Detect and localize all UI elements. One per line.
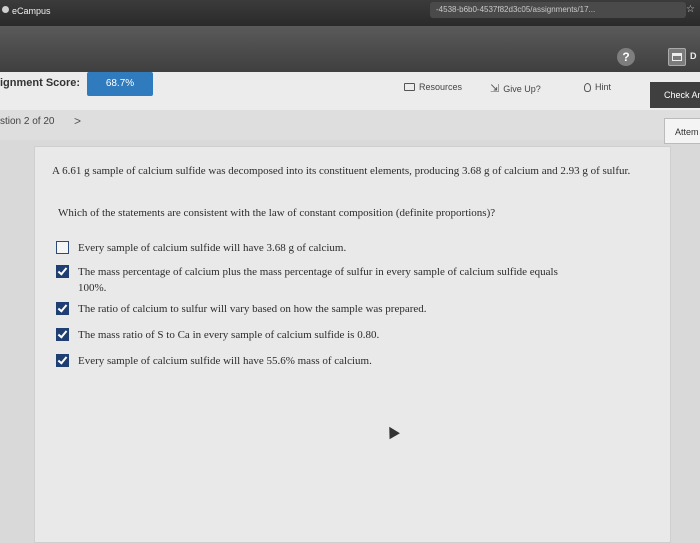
question-prompt: Which of the statements are consistent w… [58, 207, 496, 219]
help-icon[interactable]: ? [617, 48, 635, 66]
option-text: The mass percentage of calcium plus the … [78, 266, 558, 294]
question-panel [34, 146, 671, 543]
header-d-label[interactable]: D [690, 51, 697, 61]
next-question-arrow-icon[interactable]: > [74, 114, 81, 128]
calendar-icon[interactable] [668, 48, 686, 66]
tab-favicon-icon [2, 6, 9, 13]
lightbulb-icon [584, 82, 591, 92]
give-up-icon: ⇲ [490, 83, 500, 95]
assignment-score-label: ignment Score: [0, 77, 81, 89]
option-checkbox[interactable] [56, 265, 69, 278]
question-nav [0, 110, 700, 140]
resources-button[interactable]: Resources [404, 82, 462, 92]
give-up-button[interactable]: ⇲ Give Up? [490, 82, 541, 95]
check-answer-button[interactable]: Check An [650, 82, 700, 108]
option-text: The ratio of calcium to sulfur will vary… [78, 303, 427, 315]
hint-button[interactable]: Hint [584, 82, 611, 92]
url-bar[interactable]: -4538-b6b0-4537f82d3c05/assignments/17..… [430, 2, 686, 18]
question-counter: stion 2 of 20 [0, 116, 55, 127]
app-header [0, 26, 700, 72]
browser-tab-title[interactable]: eCampus [12, 6, 51, 16]
hint-label: Hint [595, 82, 612, 92]
browser-top-bar: eCampus -4538-b6b0-4537f82d3c05/assignme… [0, 0, 700, 26]
attempt-button[interactable]: Attem [664, 118, 700, 144]
give-up-label: Give Up? [503, 83, 541, 94]
bookmark-star-icon[interactable]: ☆ [686, 4, 695, 15]
resources-label: Resources [419, 82, 463, 92]
option-checkbox[interactable] [56, 302, 69, 315]
option-text: The mass ratio of S to Ca in every sampl… [78, 329, 380, 341]
option-text: Every sample of calcium sulfide will hav… [78, 242, 347, 254]
option-checkbox[interactable] [56, 328, 69, 341]
problem-statement: A 6.61 g sample of calcium sulfide was d… [52, 165, 631, 177]
folder-icon [404, 83, 415, 91]
assignment-score-value: 68.7% [87, 72, 153, 96]
option-text: Every sample of calcium sulfide will hav… [78, 355, 372, 367]
option-checkbox[interactable] [56, 354, 69, 367]
option-checkbox[interactable] [56, 241, 69, 254]
